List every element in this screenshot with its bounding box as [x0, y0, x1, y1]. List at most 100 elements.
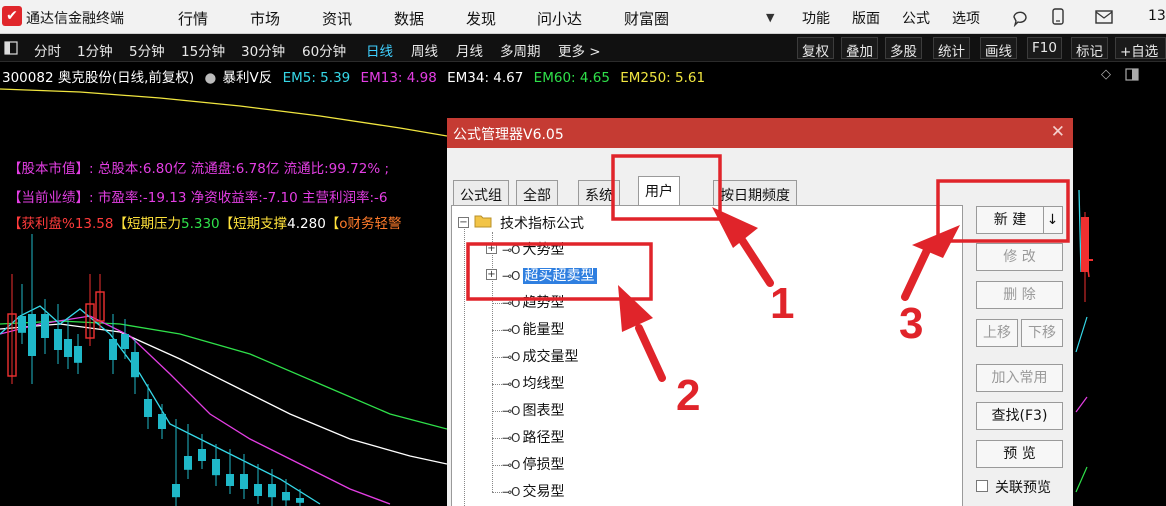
tool-add-watchlist[interactable]: +自选: [1115, 37, 1166, 60]
candle-body: [64, 339, 72, 357]
tree-item[interactable]: ⊸O 交易型: [502, 481, 565, 501]
expand-icon[interactable]: +: [486, 243, 497, 254]
candle-body: [144, 399, 152, 417]
new-dropdown-icon[interactable]: ↓: [1044, 207, 1062, 233]
period-60min[interactable]: 60分钟: [302, 40, 346, 60]
signal-label: 【: [325, 216, 340, 232]
delete-button[interactable]: 删 除: [976, 281, 1063, 309]
new-button[interactable]: 新 建 ↓: [976, 206, 1063, 234]
add-common-button[interactable]: 加入常用: [976, 364, 1063, 392]
expand-icon[interactable]: +: [486, 269, 497, 280]
tree-guide: [492, 303, 502, 304]
tree-guide: [464, 229, 465, 506]
linked-preview-checkbox[interactable]: [976, 480, 988, 492]
formula-icon: ⊸O: [502, 323, 520, 337]
move-down-button[interactable]: 下移: [1021, 319, 1063, 347]
info-line-signals: 【获利盘%13.58【短期压力5.330【短期支撑4.280【o财务轻警: [8, 212, 402, 232]
tree-item[interactable]: ⊸O 大势型: [502, 239, 565, 259]
tree-guide: [492, 492, 502, 493]
tab-system[interactable]: 系统: [578, 180, 620, 206]
tree-item[interactable]: ⊸O 能量型: [502, 319, 565, 339]
tree-guide: [492, 411, 502, 412]
menu-item-layout[interactable]: 版面: [852, 8, 880, 28]
menu-item-wealth[interactable]: 财富圈: [624, 8, 669, 29]
period-5min[interactable]: 5分钟: [129, 40, 165, 60]
tree-root-label[interactable]: 技术指标公式: [500, 213, 584, 233]
menu-item-ask[interactable]: 问小达: [537, 8, 582, 29]
tree-item-label: 趋势型: [522, 295, 565, 311]
tool-adjust[interactable]: 复权: [797, 37, 834, 60]
tab-date-frequency[interactable]: 按日期频度: [713, 180, 797, 206]
modify-button[interactable]: 修 改: [976, 243, 1063, 271]
period-weekly[interactable]: 周线: [411, 40, 438, 60]
find-button[interactable]: 查找(F3): [976, 402, 1063, 430]
menu-item-market[interactable]: 行情: [178, 8, 208, 29]
time-readout: 136: [1148, 8, 1166, 24]
period-15min[interactable]: 15分钟: [181, 40, 225, 60]
move-up-button[interactable]: 上移: [976, 319, 1018, 347]
chart-edge-strip: [1075, 189, 1093, 493]
dropdown-icon[interactable]: ▼: [766, 11, 774, 24]
candle-body: [254, 484, 262, 496]
menu-item-options[interactable]: 选项: [952, 8, 980, 28]
tool-draw[interactable]: 画线: [980, 37, 1017, 60]
period-more[interactable]: 更多 >: [558, 40, 601, 60]
period-toolbar: 分时 1分钟 5分钟 15分钟 30分钟 60分钟 日线 周线 月线 多周期 更…: [0, 34, 1166, 62]
tree-guide: [492, 465, 502, 466]
tree-item-label: 图表型: [522, 403, 565, 419]
tree-item[interactable]: ⊸O 均线型: [502, 373, 565, 393]
period-intraday[interactable]: 分时: [34, 40, 61, 60]
candle-body: [18, 316, 26, 333]
tree-item[interactable]: ⊸O 图表型: [502, 400, 565, 420]
period-daily[interactable]: 日线: [366, 40, 393, 60]
tree-item[interactable]: ⊸O 路径型: [502, 427, 565, 447]
candle-body: [28, 314, 36, 356]
period-monthly[interactable]: 月线: [456, 40, 483, 60]
menu-item-data[interactable]: 数据: [394, 8, 424, 29]
tree-item[interactable]: ⊸O 趋势型: [502, 292, 565, 312]
menu-item-discover[interactable]: 发现: [466, 8, 496, 29]
close-icon[interactable]: ✕: [1051, 122, 1065, 142]
ma60-line: [0, 320, 447, 430]
collapse-icon[interactable]: −: [458, 217, 469, 228]
candle-body: [296, 498, 304, 503]
tool-multi-stock[interactable]: 多股: [885, 37, 922, 60]
chat-icon[interactable]: [1011, 9, 1029, 27]
period-1min[interactable]: 1分钟: [77, 40, 113, 60]
period-multi[interactable]: 多周期: [500, 40, 541, 60]
formula-icon: ⊸O: [502, 269, 520, 283]
formula-icon: ⊸O: [502, 296, 520, 310]
candle-body: [212, 459, 220, 476]
menu-item-formula[interactable]: 公式: [902, 8, 930, 28]
tool-mark[interactable]: 标记: [1071, 37, 1108, 60]
candle-body: [121, 334, 129, 349]
period-30min[interactable]: 30分钟: [241, 40, 285, 60]
tab-formula-group[interactable]: 公式组: [453, 180, 509, 206]
dialog-title-bar[interactable]: 公式管理器V6.05 ✕: [447, 118, 1073, 148]
candle-body: [198, 449, 206, 461]
tree-item[interactable]: ⊸O 停损型: [502, 454, 565, 474]
tab-all[interactable]: 全部: [516, 180, 558, 206]
formula-icon: ⊸O: [502, 458, 520, 472]
menu-item-markets[interactable]: 市场: [250, 8, 280, 29]
sidebar-toggle-icon[interactable]: [4, 41, 18, 55]
tree-item[interactable]: ⊸O 成交量型: [502, 346, 579, 366]
formula-tree[interactable]: − 技术指标公式 + ⊸O 大势型 + ⊸O 超买超卖型 ⊸O 趋势型 ⊸O 能量型 ⊸…: [451, 206, 963, 506]
ema-value: EM34: 4.67: [447, 70, 524, 86]
mail-icon[interactable]: [1095, 10, 1113, 24]
tree-item-selected[interactable]: ⊸O 超买超卖型: [502, 265, 597, 285]
menu-item-news[interactable]: 资讯: [322, 8, 352, 29]
tab-user[interactable]: 用户: [638, 176, 680, 206]
ema-value: EM250: 5.61: [620, 70, 706, 86]
tree-guide: [492, 357, 502, 358]
tool-overlay[interactable]: 叠加: [841, 37, 878, 60]
tree-item-label: 成交量型: [522, 349, 579, 365]
menu-item-function[interactable]: 功能: [802, 8, 830, 28]
candle-body: [268, 484, 276, 498]
tool-stats[interactable]: 统计: [933, 37, 970, 60]
tool-f10[interactable]: F10: [1027, 37, 1062, 59]
candlestick-chart[interactable]: [0, 84, 447, 506]
preview-button[interactable]: 预 览: [976, 440, 1063, 468]
tree-item-label: 交易型: [522, 484, 565, 500]
phone-icon[interactable]: [1051, 8, 1065, 26]
